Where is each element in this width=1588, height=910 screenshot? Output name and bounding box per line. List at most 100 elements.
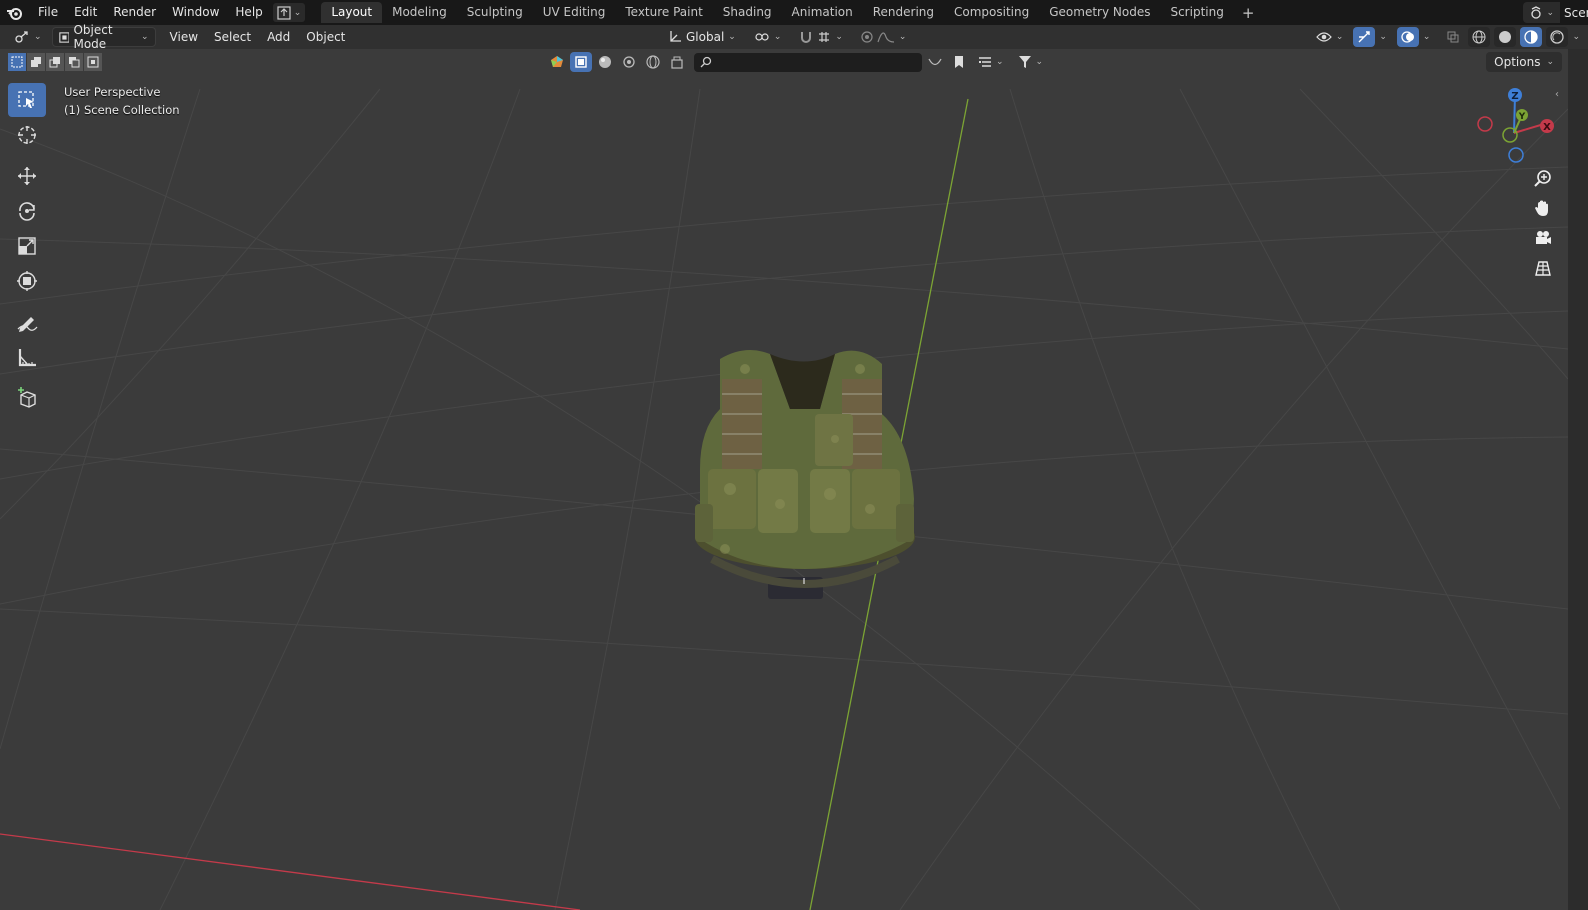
chevron-down-icon: ⌄ <box>835 32 843 42</box>
menu-select[interactable]: Select <box>206 30 259 44</box>
select-extend-button[interactable] <box>27 53 45 71</box>
tab-modeling[interactable]: Modeling <box>382 2 457 23</box>
select-intersect-button[interactable] <box>84 53 102 71</box>
pan-button[interactable] <box>1530 197 1556 219</box>
3d-viewport[interactable]: ⌄ ⌄ Options ⌄ User Perspective (1) Scene… <box>0 49 1568 910</box>
viewport-grid <box>0 88 1568 910</box>
tab-texture-paint[interactable]: Texture Paint <box>615 2 712 23</box>
menu-object[interactable]: Object <box>298 30 353 44</box>
snap-target-icon <box>819 32 830 42</box>
filter-all-button[interactable] <box>546 52 568 72</box>
view-name: User Perspective <box>64 85 161 99</box>
tool-scale[interactable] <box>8 229 46 263</box>
editor-type-button[interactable]: ⌄ <box>8 27 48 47</box>
tab-rendering[interactable]: Rendering <box>863 2 944 23</box>
overlays-icon <box>1401 31 1414 43</box>
falloff-curve-icon <box>877 32 894 43</box>
tab-animation[interactable]: Animation <box>782 2 863 23</box>
blender-window: File Edit Render Window Help ⌄ Layout Mo… <box>0 0 1588 910</box>
funnel-filter-selector[interactable]: ⌄ <box>1012 52 1050 72</box>
rotate-icon <box>19 202 35 221</box>
menu-edit[interactable]: Edit <box>66 0 105 25</box>
overlays-toggle[interactable] <box>1396 27 1419 47</box>
tool-move[interactable] <box>8 159 46 193</box>
options-label: Options <box>1494 55 1541 69</box>
menu-window[interactable]: Window <box>164 0 227 25</box>
gizmo-toggle[interactable] <box>1353 27 1376 47</box>
filter-world-button[interactable] <box>642 52 664 72</box>
sidebar-expand-icon[interactable]: ‹ <box>1555 89 1559 100</box>
filter-mesh-button[interactable] <box>570 52 592 72</box>
x-axis-line <box>0 833 581 910</box>
tab-layout[interactable]: Layout <box>321 2 383 23</box>
camera-view-button[interactable] <box>1530 227 1556 249</box>
visibility-selector[interactable]: ⌄ <box>1310 27 1350 47</box>
proportional-edit-toggle[interactable]: ⌄ <box>855 27 913 47</box>
mode-selector[interactable]: Object Mode ⌄ <box>51 23 156 51</box>
gizmo-neg-y-axis[interactable] <box>1502 127 1518 143</box>
active-collection: (1) Scene Collection <box>64 103 180 117</box>
recent-files-button[interactable]: ⌄ <box>272 3 306 22</box>
tool-transform[interactable] <box>8 264 46 298</box>
scene-name[interactable]: Scen <box>1560 6 1588 20</box>
tab-uv-editing[interactable]: UV Editing <box>533 2 616 23</box>
tool-shelf <box>8 83 46 416</box>
chevron-down-icon[interactable]: ⌄ <box>1423 32 1431 42</box>
filter-light-button[interactable] <box>618 52 640 72</box>
menu-render[interactable]: Render <box>105 0 164 25</box>
transform-orientation-selector[interactable]: Global ⌄ <box>662 27 742 47</box>
shading-wireframe[interactable] <box>1468 27 1491 47</box>
ortho-toggle-button[interactable] <box>1530 257 1556 279</box>
vest-model[interactable] <box>695 350 915 599</box>
gizmo-y-label: Y <box>1518 112 1526 122</box>
options-dropdown[interactable]: Options ⌄ <box>1486 52 1562 72</box>
select-new-button[interactable] <box>8 53 26 71</box>
filter-material-button[interactable] <box>594 52 616 72</box>
color-sphere-icon <box>551 56 563 67</box>
scene-browse-button[interactable]: ⌄ <box>1523 2 1560 23</box>
transform-tools: Global ⌄ ⌄ ⌄ ⌄ <box>662 27 912 47</box>
tab-sculpting[interactable]: Sculpting <box>457 2 533 23</box>
shading-solid[interactable] <box>1494 27 1517 47</box>
snap-toggle[interactable]: ⌄ <box>793 27 849 47</box>
xray-toggle[interactable] <box>1442 27 1464 47</box>
select-invert-button[interactable] <box>65 53 83 71</box>
display-filter-selector[interactable]: ⌄ <box>972 52 1010 72</box>
shading-material-preview[interactable] <box>1520 27 1543 47</box>
tool-annotate[interactable] <box>8 305 46 339</box>
gizmo-neg-x-axis[interactable] <box>1477 116 1493 132</box>
zoom-button[interactable] <box>1530 167 1556 189</box>
tool-rotate[interactable] <box>8 194 46 228</box>
menu-file[interactable]: File <box>30 0 66 25</box>
tab-compositing[interactable]: Compositing <box>944 2 1039 23</box>
measure-icon <box>18 349 36 367</box>
tab-geometry-nodes[interactable]: Geometry Nodes <box>1039 2 1160 23</box>
add-workspace-button[interactable]: + <box>1234 4 1263 22</box>
chevron-down-icon: ⌄ <box>1546 7 1554 18</box>
bookmark-button[interactable] <box>948 52 970 72</box>
tool-cursor[interactable] <box>8 118 46 152</box>
pivot-point-selector[interactable]: ⌄ <box>748 27 788 47</box>
zoom-icon <box>1534 170 1551 187</box>
gizmo-icon <box>1358 31 1371 43</box>
menu-view[interactable]: View <box>162 30 206 44</box>
shading-rendered[interactable] <box>1546 27 1569 47</box>
filter-curve-button[interactable] <box>924 52 946 72</box>
tab-scripting[interactable]: Scripting <box>1160 2 1233 23</box>
navigation-gizmo[interactable]: Z Y X <box>1470 83 1560 163</box>
funnel-icon <box>1018 56 1031 68</box>
tool-select-box[interactable] <box>8 83 46 117</box>
gizmo-neg-z-axis[interactable] <box>1508 147 1524 163</box>
blender-logo-icon[interactable] <box>0 0 30 25</box>
menu-add[interactable]: Add <box>259 30 298 44</box>
menu-help[interactable]: Help <box>227 0 270 25</box>
chevron-down-icon: ⌄ <box>728 32 736 42</box>
tool-add-cube[interactable] <box>8 381 46 415</box>
chevron-down-icon[interactable]: ⌄ <box>1379 32 1387 42</box>
tab-shading[interactable]: Shading <box>713 2 782 23</box>
filter-render-button[interactable] <box>666 52 688 72</box>
tool-measure[interactable] <box>8 340 46 374</box>
chevron-down-icon[interactable]: ⌄ <box>1572 32 1580 42</box>
search-input[interactable] <box>694 52 922 72</box>
select-subtract-button[interactable] <box>46 53 64 71</box>
